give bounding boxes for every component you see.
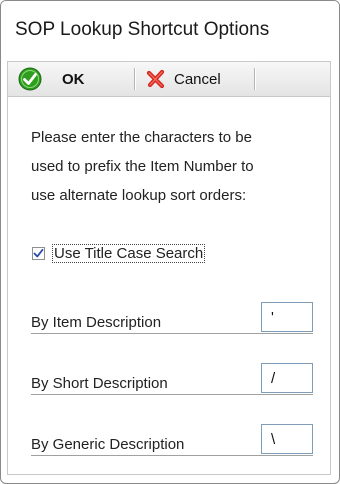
item-description-label: By Item Description <box>31 314 162 331</box>
title-case-label[interactable]: Use Title Case Search <box>52 244 206 263</box>
toolbar-separator <box>134 68 136 90</box>
generic-description-input[interactable] <box>261 424 313 454</box>
field-divider <box>31 455 313 456</box>
ok-button-label: OK <box>62 70 85 88</box>
item-description-input[interactable] <box>261 302 313 332</box>
cancel-button-label: Cancel <box>174 70 221 88</box>
cancel-x-icon <box>146 69 165 89</box>
title-bar[interactable]: SOP Lookup Shortcut Options <box>1 1 339 61</box>
ok-button[interactable]: OK <box>12 62 128 96</box>
window-title: SOP Lookup Shortcut Options <box>15 19 270 40</box>
short-description-label: By Short Description <box>31 375 168 392</box>
generic-description-row: By Generic Description <box>31 424 313 456</box>
toolbar: OK Cancel <box>7 61 331 97</box>
item-description-row: By Item Description <box>31 302 313 334</box>
instructions-text: Please enter the characters to be used t… <box>31 123 321 210</box>
instructions-line: use alternate lookup sort orders: <box>31 187 247 204</box>
field-divider <box>31 394 313 395</box>
ok-checkmark-icon <box>18 67 42 91</box>
dialog-window: SOP Lookup Shortcut Options OK Cancel Pl… <box>0 0 340 484</box>
checkbox-check-icon <box>33 248 44 258</box>
options-panel: Please enter the characters to be used t… <box>7 97 331 475</box>
generic-description-label: By Generic Description <box>31 436 185 453</box>
cancel-button[interactable]: Cancel <box>140 62 250 96</box>
title-case-option[interactable]: Use Title Case Search <box>32 244 206 263</box>
short-description-input[interactable] <box>261 363 313 393</box>
title-case-checkbox[interactable] <box>32 247 45 260</box>
short-description-row: By Short Description <box>31 363 313 395</box>
field-divider <box>31 333 313 334</box>
toolbar-separator <box>254 68 256 90</box>
instructions-line: used to prefix the Item Number to <box>31 158 254 175</box>
instructions-line: Please enter the characters to be <box>31 129 252 146</box>
